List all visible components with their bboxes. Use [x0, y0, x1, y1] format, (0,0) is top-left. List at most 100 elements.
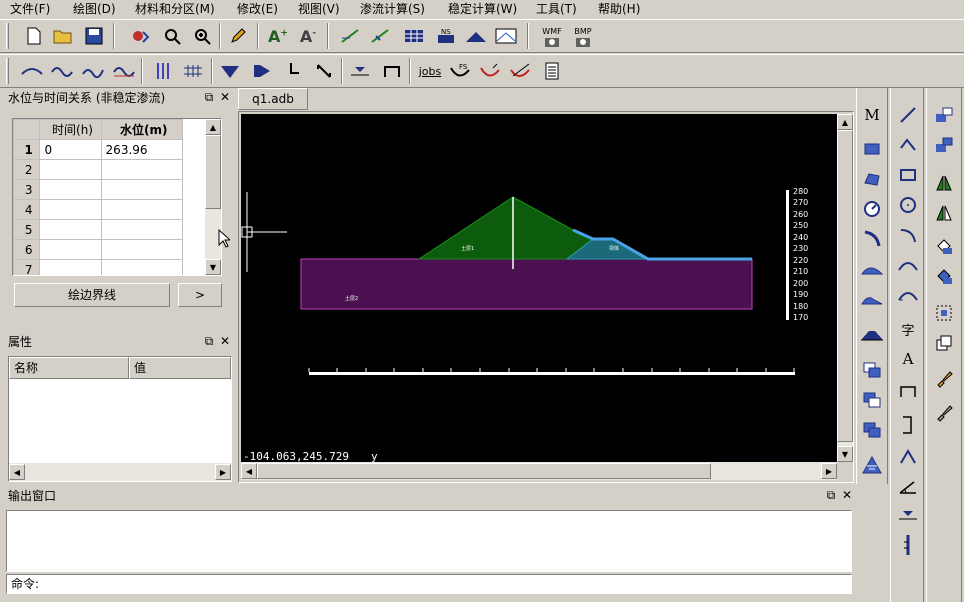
pan-icon[interactable] — [128, 24, 152, 48]
polyline-icon[interactable] — [895, 132, 921, 158]
dam-icon[interactable] — [859, 322, 885, 348]
arc-outline-icon[interactable] — [895, 222, 921, 248]
arc2-icon[interactable] — [895, 252, 921, 278]
align-top-icon[interactable] — [931, 102, 957, 128]
line-tool-icon[interactable] — [338, 24, 362, 48]
canvas-vscrollbar[interactable]: ▲ ▼ — [837, 114, 853, 462]
profile-curve4-icon[interactable] — [112, 59, 136, 83]
cell-time[interactable]: 0 — [39, 139, 102, 160]
zoom-window-icon[interactable] — [160, 24, 184, 48]
table-icon[interactable] — [402, 24, 426, 48]
arrow-down-right-icon[interactable] — [280, 59, 304, 83]
slope-angle-icon[interactable] — [895, 474, 921, 500]
text-remove-icon[interactable]: A- — [296, 24, 320, 48]
copy-region-icon[interactable] — [931, 330, 957, 356]
canvas-hscrollbar[interactable]: ◀ ▶ — [241, 462, 837, 480]
text-add-icon[interactable]: A+ — [266, 24, 290, 48]
triangle-hatch-icon[interactable] — [218, 59, 242, 83]
fill-icon[interactable] — [931, 234, 957, 260]
cell-level[interactable] — [100, 239, 184, 260]
cell-time[interactable] — [39, 259, 102, 275]
cell-level[interactable] — [100, 199, 184, 220]
column-header-time[interactable]: 时间(h) — [39, 119, 102, 140]
float-icon[interactable]: ⧉ — [202, 90, 216, 104]
rect-icon[interactable] — [859, 136, 885, 162]
menu-stability[interactable]: 稳定计算(W) — [448, 1, 517, 17]
slope-icon[interactable] — [859, 256, 885, 282]
angle-icon[interactable] — [895, 444, 921, 470]
select-region-icon[interactable] — [931, 300, 957, 326]
cell-time[interactable] — [39, 239, 102, 260]
toolbar-grip[interactable] — [6, 23, 9, 49]
zoom-icon[interactable] — [190, 24, 214, 48]
diagonal-icon[interactable] — [312, 59, 336, 83]
text-A-icon[interactable]: A — [895, 346, 921, 372]
drawing-canvas[interactable]: 土层1 坝体 土层2 280 270 260 250 240 230 220 2… — [241, 114, 837, 462]
align-bottom-icon[interactable] — [931, 132, 957, 158]
float-icon[interactable]: ⧉ — [202, 334, 216, 348]
menu-file[interactable]: 文件(F) — [10, 1, 50, 17]
horizontal-lines-icon[interactable] — [181, 59, 205, 83]
rectangle-icon[interactable] — [895, 162, 921, 188]
draw-boundary-button[interactable]: 绘边界线 — [14, 283, 170, 307]
export-wmf-button[interactable]: WMF — [538, 22, 566, 52]
line-tool2-icon[interactable] — [368, 24, 392, 48]
brush-icon[interactable] — [931, 366, 957, 392]
properties-hscrollbar[interactable]: ◀ ▶ — [9, 463, 231, 481]
cell-level[interactable] — [100, 159, 184, 180]
cell-time[interactable] — [39, 199, 102, 220]
tab-document[interactable]: q1.adb — [238, 88, 308, 110]
export-bmp-button[interactable]: BMP — [569, 22, 597, 52]
save-icon[interactable] — [82, 24, 106, 48]
layer1-icon[interactable] — [859, 358, 885, 384]
menu-material[interactable]: 材料和分区(M) — [135, 1, 215, 17]
line-icon[interactable] — [895, 102, 921, 128]
pile-icon[interactable] — [895, 532, 921, 558]
cell-time[interactable] — [39, 219, 102, 240]
close-icon[interactable]: ✕ — [218, 334, 232, 348]
vertical-lines-icon[interactable] — [151, 59, 175, 83]
command-line[interactable]: 命令: — [6, 574, 852, 594]
menu-help[interactable]: 帮助(H) — [598, 1, 640, 17]
layer2-icon[interactable] — [859, 388, 885, 414]
cell-time[interactable] — [39, 159, 102, 180]
water-mark-icon[interactable] — [895, 502, 921, 528]
eraser-icon[interactable] — [931, 400, 957, 426]
slip-circle2-icon[interactable] — [508, 59, 532, 83]
cell-level[interactable]: 263.96 — [100, 139, 184, 160]
cell-level[interactable] — [100, 259, 184, 275]
trapezoid-icon[interactable] — [250, 59, 274, 83]
mesh-icon[interactable] — [464, 24, 488, 48]
slip-circle-icon[interactable] — [478, 59, 502, 83]
polygon-icon[interactable] — [859, 166, 885, 192]
cell-level[interactable] — [100, 179, 184, 200]
ns-grid-icon[interactable]: NS — [434, 24, 458, 48]
next-button[interactable]: > — [178, 283, 222, 307]
column-header-name[interactable]: 名称 — [9, 357, 129, 379]
arc-icon[interactable] — [859, 226, 885, 252]
mirror2-icon[interactable] — [931, 200, 957, 226]
profile-curve2-icon[interactable] — [50, 59, 74, 83]
menu-seepage[interactable]: 渗流计算(S) — [360, 1, 425, 17]
grid-icon[interactable] — [859, 452, 885, 478]
column-header-level[interactable]: 水位(m) — [100, 119, 184, 140]
new-file-icon[interactable] — [22, 24, 46, 48]
profile-curve3-icon[interactable] — [81, 59, 105, 83]
circle-icon[interactable] — [859, 196, 885, 222]
contour-icon[interactable] — [494, 24, 518, 48]
foundation-layer[interactable] — [300, 258, 753, 310]
arc3-icon[interactable] — [895, 282, 921, 308]
layer3-icon[interactable] — [859, 418, 885, 444]
water-level-icon[interactable] — [348, 59, 372, 83]
menu-view[interactable]: 视图(V) — [298, 1, 340, 17]
report-icon[interactable] — [540, 59, 564, 83]
float-icon[interactable]: ⧉ — [824, 488, 838, 502]
pencil-icon[interactable] — [226, 24, 250, 48]
slope2-icon[interactable] — [859, 286, 885, 312]
dimension-vertical-icon[interactable] — [895, 412, 921, 438]
menu-modify[interactable]: 修改(E) — [237, 1, 278, 17]
fill2-icon[interactable] — [931, 264, 957, 290]
cell-level[interactable] — [100, 219, 184, 240]
dimension-icon[interactable] — [895, 378, 921, 404]
mirror-icon[interactable] — [931, 170, 957, 196]
